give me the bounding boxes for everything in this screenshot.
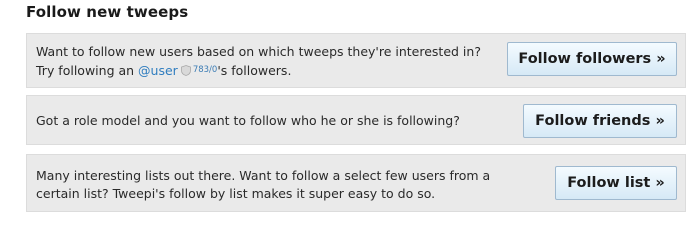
user-stats: 783/0 bbox=[192, 65, 218, 75]
shield-icon bbox=[180, 65, 191, 76]
follow-friends-description: Got a role model and you want to follow … bbox=[36, 113, 460, 128]
user-link[interactable]: @user bbox=[138, 63, 178, 78]
section-heading: Follow new tweeps bbox=[26, 3, 189, 21]
follow-followers-description: Want to follow new users based on which … bbox=[36, 43, 496, 80]
description-text-end: 's followers. bbox=[217, 63, 292, 78]
follow-list-description: Many interesting lists out there. Want t… bbox=[36, 168, 491, 201]
follow-friends-button[interactable]: Follow friends » bbox=[523, 104, 677, 138]
follow-followers-button[interactable]: Follow followers » bbox=[507, 42, 677, 76]
follow-list-button[interactable]: Follow list » bbox=[555, 166, 677, 200]
